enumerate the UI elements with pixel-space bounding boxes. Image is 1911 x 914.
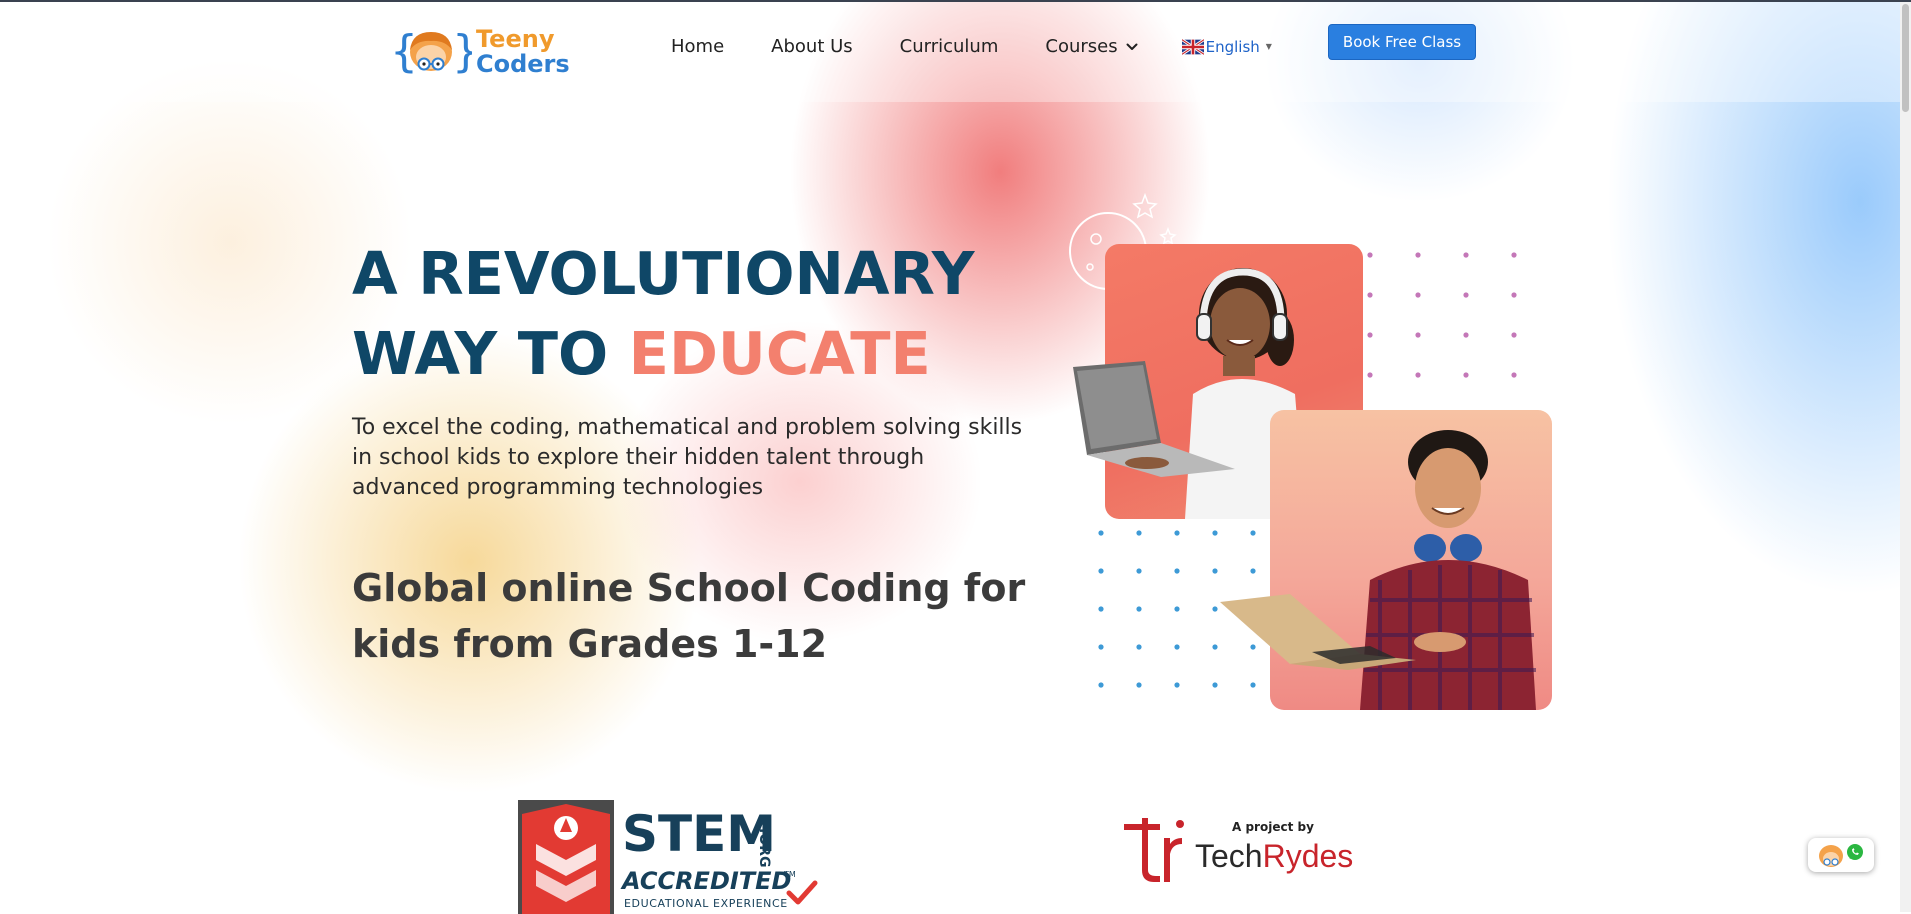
stem-title: STEM [622,805,777,863]
nav-curriculum[interactable]: Curriculum [900,36,999,57]
project-by-label: A project by [1232,820,1314,834]
stem-trademark: TM [784,870,796,879]
uk-flag-icon [1181,38,1204,55]
language-label: English [1205,37,1260,56]
hero-title-accent: EDUCATE [628,319,931,388]
laptop-grey-icon [1073,361,1235,477]
scrollbar-thumb[interactable] [1902,4,1909,112]
site-logo[interactable]: { } Teeny Coders [390,24,570,80]
techrydes-name-rydes: Rydes [1262,838,1354,874]
whatsapp-icon [1819,844,1863,867]
techrydes-name-tech: Tech [1195,838,1263,874]
hero-tagline: Global online School Coding for kids fro… [352,566,1026,666]
stem-subtitle: EDUCATIONAL EXPERIENCE [624,897,788,910]
nav-courses-label: Courses [1045,36,1118,57]
site-header: { } Teeny Coders Home About Us Curriculu… [0,2,1911,102]
decorative-dots-pink [1367,252,1517,378]
brand-name-teeny: Teeny [476,25,555,53]
nav-courses[interactable]: Courses [1045,36,1138,57]
techrydes-mark-icon [1124,818,1184,882]
techrydes-name: TechRydes [1195,838,1353,875]
stem-shield-icon [518,800,614,914]
brand-name: Teeny Coders [476,27,570,77]
whatsapp-chat-widget[interactable] [1808,838,1874,872]
main-nav: Home About Us Curriculum Courses English… [671,36,1272,57]
checkmark-icon [786,880,818,905]
techrydes-logo[interactable]: A project by TechRydes [1120,814,1360,886]
hero-title-line1: A REVOLUTIONARY [352,239,975,308]
stem-accredited-text: ACCREDITED [622,867,792,895]
book-free-class-button[interactable]: Book Free Class [1328,24,1476,60]
nav-home[interactable]: Home [671,36,724,57]
hero-subtitle: To excel the coding, mathematical and pr… [352,415,1023,500]
page-scrollbar[interactable] [1900,2,1911,912]
language-selector[interactable]: English ▼ [1181,37,1272,56]
nav-about-us[interactable]: About Us [771,36,853,57]
hero-illustration [1060,187,1560,717]
hero-title-line2-prefix: WAY TO [352,319,609,388]
brand-name-coders: Coders [476,50,570,78]
chevron-down-icon [1126,43,1138,50]
stem-org: .ORG [756,828,772,868]
caret-down-icon: ▼ [1265,42,1272,51]
teeny-coders-mascot-icon: { } [390,26,472,77]
laptop-gold-icon [1220,594,1416,670]
stem-accredited-badge: STEM .ORG ACCREDITED TM EDUCATIONAL EXPE… [518,800,818,914]
svg-text:}: } [452,26,472,77]
hero-title: A REVOLUTIONARY WAY TO EDUCATE [352,234,974,394]
